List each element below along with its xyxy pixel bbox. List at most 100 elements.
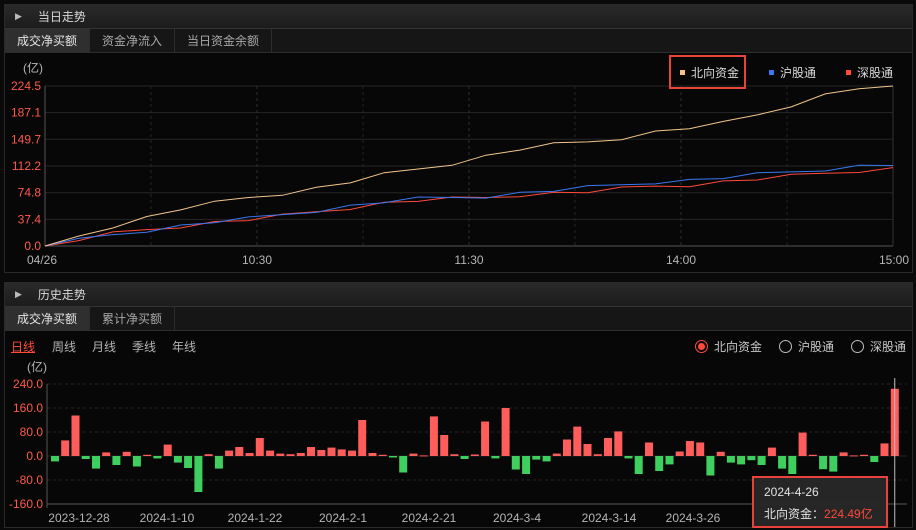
tab-history-net-buy[interactable]: 成交净买额 xyxy=(5,307,91,330)
bar xyxy=(808,454,817,456)
collapse-triangle-icon[interactable]: ▶ xyxy=(15,11,22,22)
x-tick-label: 10:30 xyxy=(242,253,272,267)
northbound-swatch-icon xyxy=(680,70,685,75)
y-tick-label: 149.7 xyxy=(11,132,41,146)
bar xyxy=(163,444,172,456)
intraday-panel-title: 当日走势 xyxy=(37,10,86,24)
bar xyxy=(276,453,285,456)
intraday-panel-header[interactable]: ▶ 当日走势 xyxy=(5,5,912,29)
bar xyxy=(61,440,70,456)
tooltip-label: 北向资金： xyxy=(764,507,825,521)
bar xyxy=(716,451,725,456)
bar xyxy=(624,456,633,459)
tab-daily-balance[interactable]: 当日资金余额 xyxy=(175,29,273,52)
history-tabs: 成交净买额 累计净买额 xyxy=(5,307,912,331)
y-tick-label: -160.0 xyxy=(9,497,43,511)
x-tick-label: 14:00 xyxy=(666,253,696,267)
intraday-tabs: 成交净买额 资金净流入 当日资金余额 xyxy=(5,29,912,53)
bar xyxy=(501,408,510,456)
bar xyxy=(532,456,541,460)
x-tick-label: 2024-1-22 xyxy=(228,511,283,525)
x-tick-label: 2023-12-28 xyxy=(48,511,110,525)
bar xyxy=(173,456,182,463)
bar xyxy=(51,456,59,462)
bar xyxy=(726,456,735,463)
bar xyxy=(491,456,500,459)
bar xyxy=(296,453,305,456)
bar xyxy=(460,456,469,459)
bar xyxy=(337,449,346,456)
tab-cumulative-net-buy[interactable]: 累计净买额 xyxy=(90,307,176,330)
tab-net-inflow[interactable]: 资金净流入 xyxy=(90,29,176,52)
bar-tooltip: 2024-4-26 北向资金：224.49亿 xyxy=(752,476,888,528)
bar xyxy=(112,456,121,465)
y-tick-label: 0.0 xyxy=(24,239,41,253)
x-tick-label: 11:30 xyxy=(454,253,483,267)
bar xyxy=(358,420,367,456)
bar xyxy=(645,442,653,456)
bar xyxy=(102,452,111,456)
bar xyxy=(470,454,479,456)
tab-net-buy[interactable]: 成交净买额 xyxy=(5,29,91,52)
bar xyxy=(614,431,623,456)
bar xyxy=(245,453,254,456)
y-tick-label: 240.0 xyxy=(13,377,43,391)
bar xyxy=(880,443,889,456)
y-tick-label: 80.0 xyxy=(20,425,44,439)
x-tick-label: 04/26 xyxy=(27,253,57,267)
shenzhen-swatch-icon xyxy=(846,70,851,75)
bar xyxy=(286,454,295,456)
y-tick-label: 187.1 xyxy=(11,106,41,120)
legend-northbound-label: 北向资金 xyxy=(691,66,740,80)
bar xyxy=(737,456,746,465)
history-panel-header[interactable]: ▶ 历史走势 xyxy=(5,283,912,307)
bar xyxy=(235,447,244,456)
bar xyxy=(839,452,848,456)
bar xyxy=(71,415,80,456)
y-tick-label: 0.0 xyxy=(26,449,43,463)
intraday-panel: ▶ 当日走势 成交净买额 资金净流入 当日资金余额 (亿) 224.5 187.1 1… xyxy=(4,4,913,273)
legend-shanghai-label: 沪股通 xyxy=(780,66,817,80)
bar xyxy=(399,456,408,473)
y-tick-label: 112.2 xyxy=(12,159,41,173)
history-panel-title: 历史走势 xyxy=(37,288,86,302)
bar xyxy=(522,456,531,474)
bar xyxy=(409,453,418,456)
bar xyxy=(511,456,520,470)
bar xyxy=(225,450,234,456)
tooltip-value-row: 北向资金：224.49亿 xyxy=(764,506,876,522)
bar xyxy=(481,421,490,456)
bar xyxy=(194,456,203,492)
bar xyxy=(81,456,90,459)
x-tick-label: 2024-2-21 xyxy=(402,511,457,525)
x-tick-label: 2024-1-10 xyxy=(140,511,195,525)
bar xyxy=(634,456,643,474)
legend-northbound[interactable]: 北向资金 xyxy=(680,64,739,81)
tooltip-date: 2024-4-26 xyxy=(764,485,819,499)
bar xyxy=(122,451,131,456)
bar xyxy=(655,456,664,471)
y-unit-label: (亿) xyxy=(27,359,47,374)
collapse-triangle-icon[interactable]: ▶ xyxy=(15,289,22,300)
bar xyxy=(132,456,141,467)
intraday-chart: (亿) 224.5 187.1 149.7 112.2 74.8 37.4 0.004/26 1… xyxy=(11,60,909,267)
legend-shanghai[interactable]: 沪股通 xyxy=(769,64,816,81)
legend-shenzhen[interactable]: 深股通 xyxy=(846,64,893,81)
bar xyxy=(665,456,674,465)
bar xyxy=(870,456,879,462)
bar xyxy=(706,456,715,476)
bar xyxy=(542,456,551,462)
y-tick-label: 160.0 xyxy=(13,401,43,415)
bar xyxy=(378,454,387,456)
bar xyxy=(92,456,100,469)
bar xyxy=(798,432,807,456)
bar xyxy=(327,447,336,456)
x-tick-label: 15:00 xyxy=(879,253,909,267)
shanghai-swatch-icon xyxy=(769,70,774,75)
bar xyxy=(788,456,797,474)
bar xyxy=(429,416,438,456)
bar xyxy=(696,442,705,456)
bar xyxy=(317,450,326,456)
bar xyxy=(819,456,828,470)
bar xyxy=(583,444,592,456)
